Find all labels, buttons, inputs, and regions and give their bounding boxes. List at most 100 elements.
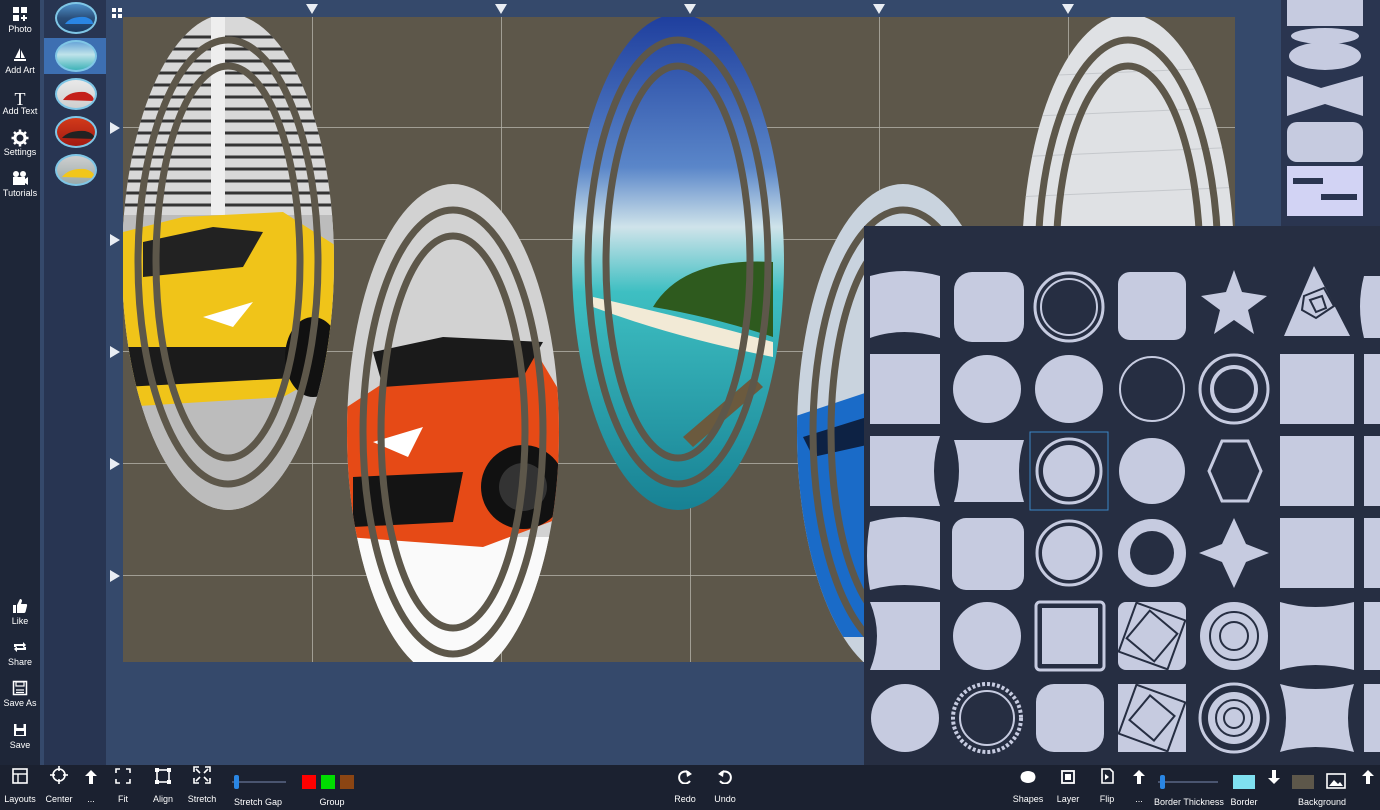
flip-label: Flip bbox=[1099, 794, 1115, 804]
shape-option bbox=[870, 436, 940, 506]
center-button[interactable]: Center bbox=[42, 765, 76, 810]
thumbnail-beach[interactable] bbox=[55, 40, 97, 72]
group-color-green[interactable] bbox=[321, 775, 335, 789]
crosshair-icon bbox=[42, 765, 76, 793]
row-marker[interactable] bbox=[110, 234, 120, 246]
move-down-button[interactable] bbox=[1266, 765, 1282, 810]
shape-option bbox=[953, 602, 1021, 670]
column-marker[interactable] bbox=[1062, 4, 1074, 14]
stretch-gap-slider-knob[interactable] bbox=[234, 775, 239, 789]
like-label: Like bbox=[11, 616, 29, 626]
row-marker[interactable] bbox=[110, 346, 120, 358]
layer-button[interactable]: Layer bbox=[1052, 765, 1084, 810]
group-color-brown[interactable] bbox=[340, 775, 354, 789]
toolbar-scroll-up-button[interactable] bbox=[1360, 765, 1376, 810]
layouts-icon bbox=[3, 765, 37, 793]
thumbnail-red-car[interactable] bbox=[55, 78, 97, 110]
group-color-red[interactable] bbox=[302, 775, 316, 789]
like-button[interactable]: Like bbox=[0, 594, 40, 634]
shapes-button[interactable]: Shapes bbox=[1010, 765, 1046, 810]
share-button[interactable]: Share bbox=[0, 635, 40, 675]
thumbs-up-icon bbox=[0, 594, 40, 616]
shape-option bbox=[954, 440, 1024, 502]
tutorials-button[interactable]: Tutorials bbox=[0, 166, 40, 206]
add-art-button[interactable]: Add Art bbox=[0, 43, 40, 83]
photo-thumbnail-strip bbox=[44, 0, 106, 765]
redo-label: Redo bbox=[674, 794, 696, 804]
move-up-button[interactable]: ... bbox=[80, 765, 102, 810]
tutorials-label: Tutorials bbox=[2, 188, 38, 198]
thumbnail-red-car-2[interactable] bbox=[55, 116, 97, 148]
thumbnail-blue-car[interactable] bbox=[55, 2, 97, 34]
flip-icon bbox=[1092, 765, 1122, 793]
stretch-gap-slider[interactable] bbox=[232, 775, 286, 789]
app-window: Photo Add Art T Add Text Settings Tutori… bbox=[0, 0, 1380, 810]
row-marker[interactable] bbox=[110, 570, 120, 582]
border-color-button[interactable]: Border bbox=[1228, 765, 1260, 810]
fit-label: Fit bbox=[118, 794, 128, 804]
fit-icon bbox=[108, 765, 138, 793]
layouts-label: Layouts bbox=[4, 794, 36, 804]
settings-button[interactable]: Settings bbox=[0, 125, 40, 165]
row-marker[interactable] bbox=[110, 458, 120, 470]
layout-presets-column bbox=[1281, 0, 1380, 228]
redo-button[interactable]: Redo bbox=[668, 765, 702, 810]
move-up-button-2[interactable]: ... bbox=[1128, 765, 1150, 810]
stretch-gap-control: Stretch Gap bbox=[226, 765, 290, 810]
shape-option bbox=[953, 355, 1021, 423]
photo-beach bbox=[572, 17, 784, 510]
photo-red-car bbox=[347, 184, 559, 662]
undo-button[interactable]: Undo bbox=[708, 765, 742, 810]
layout-preset bbox=[1287, 0, 1363, 26]
border-thickness-label: Border Thickness bbox=[1154, 797, 1224, 807]
shape-option bbox=[870, 354, 940, 424]
undo-icon bbox=[708, 765, 742, 793]
stretch-label: Stretch bbox=[187, 794, 217, 804]
settings-label: Settings bbox=[3, 147, 37, 157]
shape-option bbox=[1033, 271, 1105, 343]
add-photo-icon bbox=[0, 2, 40, 24]
stretch-icon bbox=[185, 765, 219, 793]
layouts-button[interactable]: Layouts bbox=[3, 765, 37, 810]
background-control: Background bbox=[1286, 765, 1358, 810]
shape-option bbox=[1199, 518, 1269, 588]
save-as-button[interactable]: Save As bbox=[0, 676, 40, 716]
flip-button[interactable]: Flip bbox=[1092, 765, 1122, 810]
shape-option bbox=[870, 602, 940, 670]
shape-option bbox=[1043, 445, 1095, 497]
layout-preset bbox=[1287, 76, 1363, 116]
column-marker[interactable] bbox=[306, 4, 318, 14]
column-marker[interactable] bbox=[684, 4, 696, 14]
shape-option bbox=[1280, 436, 1354, 506]
photo-label: Photo bbox=[8, 24, 32, 34]
shape-option bbox=[1118, 272, 1186, 340]
add-text-button[interactable]: T Add Text bbox=[0, 84, 40, 124]
shape-option bbox=[1280, 518, 1354, 588]
stretch-button[interactable]: Stretch bbox=[185, 765, 219, 810]
shape-option bbox=[871, 684, 939, 752]
border-thickness-slider[interactable] bbox=[1158, 775, 1218, 789]
column-marker[interactable] bbox=[495, 4, 507, 14]
save-button[interactable]: Save bbox=[0, 718, 40, 758]
shape-option bbox=[1201, 270, 1267, 334]
border-thickness-slider-knob[interactable] bbox=[1160, 775, 1165, 789]
grid-toggle-icon[interactable] bbox=[112, 5, 122, 23]
stretch-gap-label: Stretch Gap bbox=[233, 797, 283, 807]
bottom-toolbar: Layouts Center ... Fit Align Stretch Str… bbox=[0, 765, 1380, 810]
left-sidebar: Photo Add Art T Add Text Settings Tutori… bbox=[0, 0, 40, 765]
thumbnail-yellow-car[interactable] bbox=[55, 154, 97, 186]
background-color-swatch[interactable] bbox=[1292, 775, 1314, 789]
background-image-icon[interactable] bbox=[1326, 773, 1346, 794]
border-color-swatch[interactable] bbox=[1233, 775, 1255, 789]
border-label: Border bbox=[1230, 797, 1258, 807]
photo-button[interactable]: Photo bbox=[0, 2, 40, 42]
border-thickness-control: Border Thickness bbox=[1154, 765, 1224, 810]
more-label-2: ... bbox=[1135, 794, 1143, 804]
shape-option bbox=[1280, 602, 1354, 670]
row-marker[interactable] bbox=[110, 122, 120, 134]
shape-option bbox=[867, 517, 940, 590]
fit-button[interactable]: Fit bbox=[108, 765, 138, 810]
align-button[interactable]: Align bbox=[146, 765, 180, 810]
shape-option bbox=[951, 682, 1023, 754]
column-marker[interactable] bbox=[873, 4, 885, 14]
